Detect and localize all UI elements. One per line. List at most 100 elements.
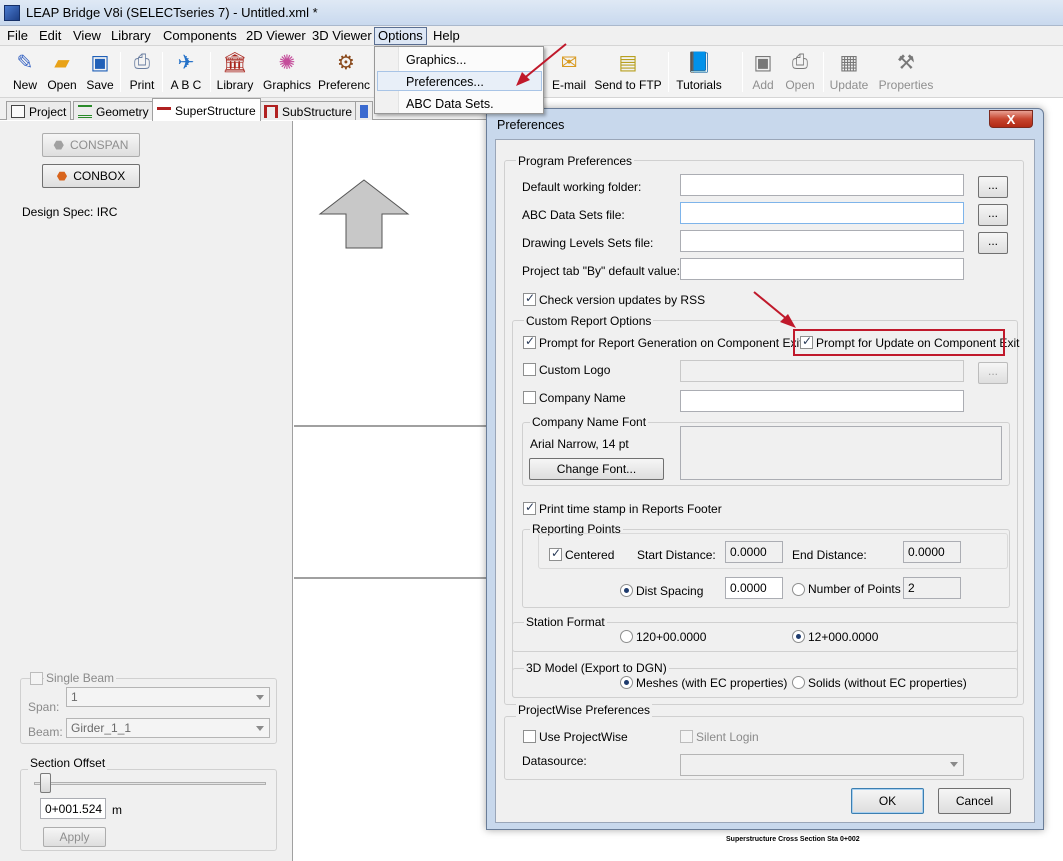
conbox-button[interactable]: ⬣ CONBOX: [42, 164, 140, 188]
properties-button[interactable]: ⚒ Properties: [876, 48, 936, 93]
menu-library[interactable]: Library: [108, 28, 154, 44]
menu-item-abc-data-sets[interactable]: ABC Data Sets.: [406, 97, 494, 111]
conspan-button[interactable]: ⬣ CONSPAN: [42, 133, 140, 157]
single-beam-label: Single Beam: [44, 671, 117, 685]
num-points-label: Number of Points: [808, 582, 901, 596]
default-folder-input[interactable]: [680, 174, 964, 196]
station-format-label: Station Format: [524, 615, 607, 629]
menu-2d-viewer[interactable]: 2D Viewer: [243, 28, 309, 44]
tutorials-books-icon: 📘: [686, 51, 712, 74]
gear-icon: ⚙: [337, 51, 355, 74]
color-wheel-icon: ✺: [278, 51, 296, 74]
options-dropdown-menu: Graphics... Preferences... ABC Data Sets…: [374, 46, 544, 114]
library-building-icon: 🏛: [222, 51, 248, 74]
by-default-input[interactable]: [680, 258, 964, 280]
conspan-icon: ⬣: [53, 138, 65, 152]
check-rss-label: Check version updates by RSS: [539, 293, 706, 307]
dialog-title: Preferences: [497, 118, 565, 132]
tutorials-button[interactable]: 📘 Tutorials: [674, 48, 724, 93]
tab-project[interactable]: Project: [6, 101, 72, 120]
project-icon: [11, 105, 25, 118]
company-name-label: Company Name: [539, 391, 626, 405]
add-button[interactable]: ▣ Add: [748, 48, 778, 93]
graphics-button[interactable]: ✺ Graphics: [262, 48, 312, 93]
tab-superstructure[interactable]: SuperStructure: [152, 98, 261, 121]
cancel-button[interactable]: Cancel: [938, 788, 1011, 814]
single-beam-checkbox[interactable]: [30, 672, 43, 685]
tab-substructure[interactable]: SubStructure: [259, 101, 358, 120]
menu-bar: File Edit View Library Components 2D Vie…: [0, 26, 1063, 46]
drawing-levels-browse-button[interactable]: ...: [978, 232, 1008, 254]
company-name-input[interactable]: [680, 390, 964, 412]
abc-button[interactable]: ✈ A B C: [168, 48, 204, 93]
default-folder-browse-button[interactable]: ...: [978, 176, 1008, 198]
tab-more[interactable]: [355, 101, 373, 120]
apply-button[interactable]: Apply: [43, 827, 106, 847]
abc-file-browse-button[interactable]: ...: [978, 204, 1008, 226]
silent-login-checkbox[interactable]: [680, 730, 693, 743]
update-button[interactable]: ▦ Update: [828, 48, 870, 93]
custom-report-label: Custom Report Options: [524, 314, 654, 328]
abc-file-input[interactable]: [680, 202, 964, 224]
menu-help[interactable]: Help: [430, 28, 463, 44]
library-button[interactable]: 🏛 Library: [214, 48, 256, 93]
num-points-input[interactable]: 2: [903, 577, 961, 599]
menu-view[interactable]: View: [70, 28, 104, 44]
menu-item-preferences[interactable]: Preferences...: [406, 75, 484, 89]
offset-input[interactable]: 0+001.524: [40, 798, 106, 819]
printer-icon: ⎙: [134, 50, 150, 73]
dialog-body: Program Preferences Default working fold…: [495, 139, 1035, 823]
station-format-radio-2[interactable]: [792, 630, 805, 643]
up-arrow-icon: [318, 179, 410, 249]
time-stamp-checkbox[interactable]: [523, 500, 536, 515]
datasource-combo[interactable]: [680, 754, 964, 776]
custom-logo-input[interactable]: [680, 360, 964, 382]
beam-label: Beam:: [28, 725, 63, 739]
station-format-radio-1[interactable]: [620, 630, 633, 643]
print-button[interactable]: ⎙ Print: [126, 48, 158, 93]
dist-spacing-radio[interactable]: [620, 584, 633, 597]
substructure-icon: [264, 105, 278, 118]
section-offset-label: Section Offset: [28, 756, 108, 770]
menu-item-graphics[interactable]: Graphics...: [406, 53, 466, 67]
solids-radio[interactable]: [792, 676, 805, 689]
change-font-button[interactable]: Change Font...: [529, 458, 664, 480]
preferences-button[interactable]: ⚙ Preferenc: [318, 48, 374, 93]
new-button[interactable]: ✎ New: [8, 48, 42, 93]
ok-button[interactable]: OK: [851, 788, 924, 814]
menu-options[interactable]: Options: [374, 27, 427, 45]
menu-edit[interactable]: Edit: [36, 28, 64, 44]
span-combo[interactable]: 1: [66, 687, 270, 707]
send-ftp-button[interactable]: ▤ Send to FTP: [594, 48, 662, 93]
abc-plane-icon: ✈: [177, 51, 195, 74]
tab-geometry[interactable]: Geometry: [73, 101, 154, 120]
open-button[interactable]: ▰ Open: [44, 48, 80, 93]
span-label: Span:: [28, 700, 60, 714]
menu-file[interactable]: File: [4, 28, 31, 44]
close-button[interactable]: X: [989, 110, 1033, 128]
open-component-button[interactable]: ⎙ Open: [782, 48, 818, 93]
centered-checkbox[interactable]: [549, 546, 562, 561]
drawing-levels-input[interactable]: [680, 230, 964, 252]
dist-spacing-input[interactable]: 0.0000: [725, 577, 783, 599]
email-button[interactable]: ✉ E-mail: [548, 48, 590, 93]
start-distance-input[interactable]: 0.0000: [725, 541, 783, 563]
custom-logo-checkbox[interactable]: [523, 363, 536, 376]
meshes-radio[interactable]: [620, 676, 633, 689]
add-icon: ▣: [753, 51, 773, 74]
beam-combo[interactable]: Girder_1_1: [66, 718, 270, 738]
ftp-icon: ▤: [618, 51, 638, 74]
design-spec-label: Design Spec: IRC: [22, 205, 118, 219]
num-points-radio[interactable]: [792, 583, 805, 596]
company-name-checkbox[interactable]: [523, 391, 536, 404]
new-file-icon: ✎: [16, 51, 34, 74]
custom-logo-browse-button[interactable]: ...: [978, 362, 1008, 384]
use-projectwise-checkbox[interactable]: [523, 730, 536, 743]
end-distance-input[interactable]: 0.0000: [903, 541, 961, 563]
menu-components[interactable]: Components: [160, 28, 240, 44]
section-offset-slider-handle[interactable]: [40, 773, 51, 793]
menu-3d-viewer[interactable]: 3D Viewer: [309, 28, 375, 44]
save-button[interactable]: ▣ Save: [84, 48, 116, 93]
check-rss-checkbox[interactable]: [523, 291, 536, 306]
prompt-report-checkbox[interactable]: [523, 334, 536, 349]
